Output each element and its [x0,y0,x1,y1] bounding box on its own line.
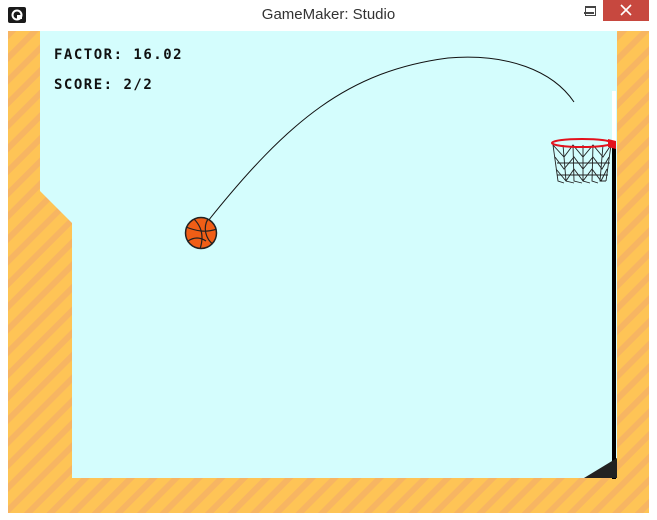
game-canvas[interactable]: FACTOR: 16.02 SCORE: 2/2 [8,31,649,513]
score-readout: SCORE: 2/2 [54,77,153,93]
basketball-icon[interactable] [184,216,218,250]
hoop-backboard [612,91,616,141]
factor-readout: FACTOR: 16.02 [54,47,183,63]
window-bottom-border [0,513,657,520]
close-icon [620,4,632,16]
maximize-icon [585,6,596,16]
title-bar[interactable]: GameMaker: Studio [0,0,657,31]
play-area [40,31,617,478]
close-button[interactable] [603,0,649,21]
hoop-pole [612,141,616,479]
window-title: GameMaker: Studio [261,6,396,23]
game-window: GameMaker: Studio FACTOR: 16.02 SCORE: 2… [0,0,657,520]
maximize-button[interactable] [577,0,603,21]
